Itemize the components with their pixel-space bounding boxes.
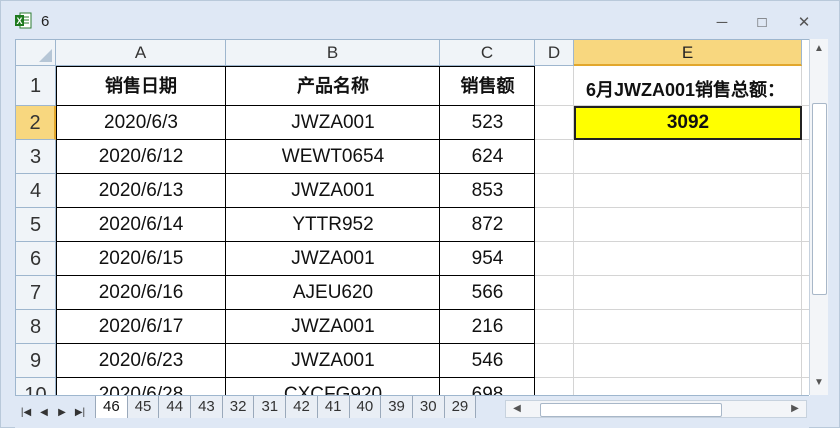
next-sheet-icon[interactable]: ▶ (53, 404, 71, 422)
table-cell[interactable]: 954 (440, 242, 535, 276)
table-cell[interactable]: 2020/6/14 (56, 208, 226, 242)
restore-button[interactable]: □ (749, 13, 775, 33)
column-header-b[interactable]: B (226, 40, 440, 66)
row-header-7[interactable]: 7 (16, 276, 56, 310)
row-header-6[interactable]: 6 (16, 242, 56, 276)
table-cell[interactable]: 698 (440, 378, 535, 396)
horizontal-scroll-thumb[interactable] (540, 403, 722, 417)
sheet-tab-46[interactable]: 46 (95, 396, 128, 418)
sheet-tab-43[interactable]: 43 (191, 396, 223, 418)
table-cell[interactable]: 2020/6/12 (56, 140, 226, 174)
table-border (439, 66, 440, 396)
table-cell[interactable]: 624 (440, 140, 535, 174)
table-border (56, 241, 535, 242)
column-header-d[interactable]: D (535, 40, 574, 66)
sheet-tab-bar: |◀ ◀ ▶ ▶| 46 45 44 43 32 31 42 41 40 39 30 29 ◀ ▶ (15, 395, 809, 428)
last-sheet-icon[interactable]: ▶| (71, 404, 89, 422)
row-header-2[interactable]: 2 (16, 106, 56, 140)
excel-window: X 6 ─ □ ✕ ABCDE 1234567891011 销售日期产品名称销售… (0, 0, 840, 428)
title-bar: X 6 ─ □ ✕ (1, 1, 839, 39)
row-header-3[interactable]: 3 (16, 140, 56, 174)
sheet-nav: |◀ ◀ ▶ ▶| (17, 402, 89, 420)
row-header-8[interactable]: 8 (16, 310, 56, 344)
table-border (56, 343, 535, 344)
table-cell[interactable]: 546 (440, 344, 535, 378)
vertical-scroll-thumb[interactable] (812, 103, 827, 295)
table-cell[interactable]: 2020/6/28 (56, 378, 226, 396)
excel-icon: X (15, 12, 32, 29)
table-cell[interactable]: JWZA001 (226, 174, 440, 208)
table-cell[interactable]: 2020/6/3 (56, 106, 226, 140)
row-header-9[interactable]: 9 (16, 344, 56, 378)
sheet-tab-40[interactable]: 40 (349, 396, 382, 418)
table-border (56, 139, 535, 140)
sheet-tab-45[interactable]: 45 (127, 396, 160, 418)
sheet-tabs: 46 45 44 43 32 31 42 41 40 39 30 29 (95, 396, 477, 420)
summary-value-cell[interactable]: 3092 (574, 106, 802, 140)
scroll-right-icon[interactable]: ▶ (786, 401, 804, 417)
table-cell[interactable]: 566 (440, 276, 535, 310)
sheet-tab-42[interactable]: 42 (286, 396, 318, 418)
sheet-tab-30[interactable]: 30 (412, 396, 445, 418)
table-cell[interactable]: 872 (440, 208, 535, 242)
table-border (534, 66, 535, 396)
table-header-cell[interactable]: 销售日期 (56, 66, 226, 106)
sheet-tab-31[interactable]: 31 (254, 396, 287, 418)
table-cell[interactable]: JWZA001 (226, 242, 440, 276)
table-border (56, 275, 535, 276)
scroll-down-icon[interactable]: ▼ (810, 375, 828, 391)
table-cell[interactable]: 523 (440, 106, 535, 140)
table-cell[interactable]: CXCFG920 (226, 378, 440, 396)
column-header-a[interactable]: A (56, 40, 226, 66)
table-header-cell[interactable]: 产品名称 (226, 66, 440, 106)
table-border (56, 377, 535, 378)
row-header-4[interactable]: 4 (16, 174, 56, 208)
close-button[interactable]: ✕ (791, 13, 817, 33)
table-border (56, 309, 535, 310)
row-header-10[interactable]: 10 (16, 378, 56, 396)
summary-label[interactable]: 6月JWZA001销售总额： (586, 76, 785, 102)
table-border (56, 105, 535, 106)
table-border (56, 173, 535, 174)
table-border (56, 207, 535, 208)
row-header-5[interactable]: 5 (16, 208, 56, 242)
table-cell[interactable]: 216 (440, 310, 535, 344)
svg-text:X: X (16, 16, 22, 26)
table-border (56, 66, 57, 396)
table-cell[interactable]: JWZA001 (226, 310, 440, 344)
sheet-tab-32[interactable]: 32 (222, 396, 255, 418)
minimize-button[interactable]: ─ (709, 13, 735, 33)
first-sheet-icon[interactable]: |◀ (17, 404, 35, 422)
select-all-button[interactable] (16, 40, 56, 66)
scroll-up-icon[interactable]: ▲ (810, 41, 828, 57)
table-cell[interactable]: AJEU620 (226, 276, 440, 310)
table-cell[interactable]: 2020/6/17 (56, 310, 226, 344)
sheet-tab-41[interactable]: 41 (317, 396, 350, 418)
row-header-1[interactable]: 1 (16, 66, 56, 106)
table-cell[interactable]: YTTR952 (226, 208, 440, 242)
table-cell[interactable]: 2020/6/16 (56, 276, 226, 310)
table-header-cell[interactable]: 销售额 (440, 66, 535, 106)
column-header-c[interactable]: C (440, 40, 535, 66)
table-border (56, 66, 535, 67)
worksheet-grid[interactable]: ABCDE 1234567891011 销售日期产品名称销售额2020/6/3J… (15, 39, 810, 396)
table-cell[interactable]: 853 (440, 174, 535, 208)
scroll-left-icon[interactable]: ◀ (508, 401, 526, 417)
table-cell[interactable]: 2020/6/13 (56, 174, 226, 208)
table-cell[interactable]: JWZA001 (226, 106, 440, 140)
column-header-e[interactable]: E (574, 40, 802, 66)
table-cell[interactable]: 2020/6/23 (56, 344, 226, 378)
sheet-tab-39[interactable]: 39 (381, 396, 413, 418)
prev-sheet-icon[interactable]: ◀ (35, 404, 53, 422)
vertical-scrollbar[interactable]: ▲ ▼ (809, 39, 828, 395)
sheet-tab-29[interactable]: 29 (444, 396, 477, 418)
sheet-tab-44[interactable]: 44 (159, 396, 192, 418)
table-cell[interactable]: WEWT0654 (226, 140, 440, 174)
window-title: 6 (41, 13, 50, 30)
table-cell[interactable]: JWZA001 (226, 344, 440, 378)
horizontal-scrollbar[interactable]: ◀ ▶ (505, 400, 807, 418)
table-border (225, 66, 226, 396)
table-cell[interactable]: 2020/6/15 (56, 242, 226, 276)
